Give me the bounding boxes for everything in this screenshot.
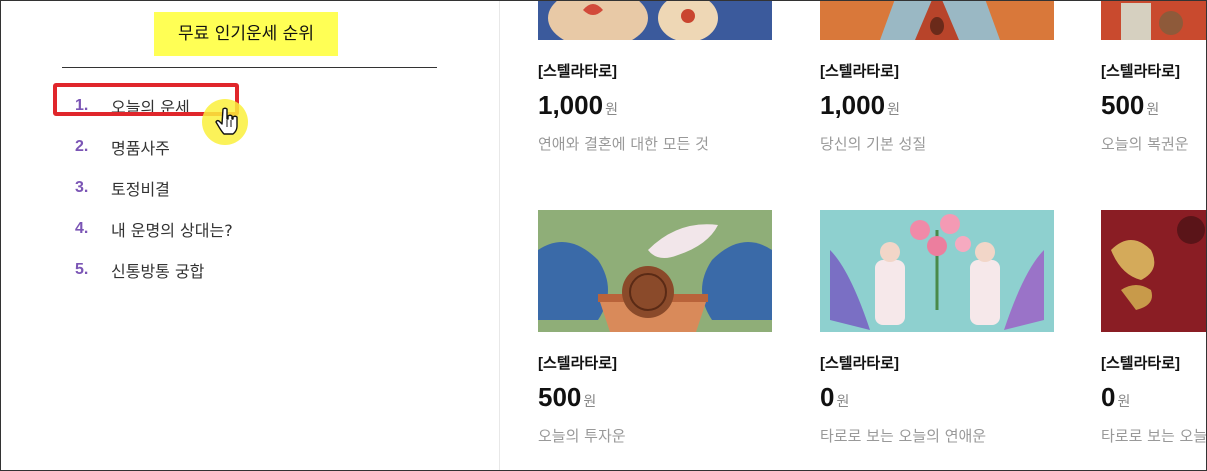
product-price: 500 원 (1101, 90, 1206, 121)
product-description[interactable]: 연애와 결혼에 대한 모든 것 (538, 133, 772, 154)
panel-divider (499, 1, 500, 470)
product-price: 0 원 (1101, 382, 1206, 413)
hand-cursor-icon (215, 107, 238, 135)
product-image[interactable] (538, 210, 772, 332)
product-image[interactable] (820, 1, 1054, 40)
ranking-link[interactable]: 내 운명의 상대는? (111, 217, 233, 241)
product-brand: [스텔라타로] (538, 355, 617, 372)
product-price: 0 원 (820, 382, 1054, 413)
ranking-item-3[interactable]: 3. 토정비결 (75, 167, 233, 208)
price-unit: 원 (836, 394, 850, 410)
product-card[interactable]: [스텔라타로] 500 원 오늘의 복권운 (1101, 1, 1206, 154)
price-unit: 원 (1117, 394, 1131, 410)
product-brand: [스텔라타로] (538, 63, 617, 80)
ranking-number: 5. (75, 260, 89, 278)
ranking-item-5[interactable]: 5. 신통방통 궁합 (75, 249, 233, 290)
product-card[interactable]: [스텔라타로] 1,000 원 당신의 기본 성질 (820, 1, 1054, 154)
product-image[interactable] (538, 1, 772, 40)
tarot-illustration-icon (1101, 210, 1206, 332)
ranking-number: 3. (75, 178, 89, 196)
price-unit: 원 (1146, 102, 1160, 118)
ranking-title: 무료 인기운세 순위 (154, 12, 338, 56)
price-value: 500 (1101, 90, 1145, 120)
product-card[interactable]: [스텔라타로] 1,000 원 연애와 결혼에 대한 모든 것 (538, 1, 772, 154)
product-card[interactable]: [스텔라타로] 0 원 타로로 보는 오늘의 연애운 (820, 210, 1054, 446)
ranking-item-4[interactable]: 4. 내 운명의 상대는? (75, 208, 233, 249)
product-price: 1,000 원 (538, 90, 772, 121)
product-description[interactable]: 타로로 보는 오늘의 연애운 (1101, 425, 1206, 446)
tarot-illustration-icon (820, 210, 1054, 332)
ranking-link[interactable]: 신통방통 궁합 (111, 258, 204, 282)
ranking-number: 4. (75, 219, 89, 237)
price-value: 0 (1101, 382, 1116, 412)
ranking-divider (62, 67, 437, 68)
ranking-link[interactable]: 명품사주 (111, 135, 170, 159)
product-image[interactable] (1101, 210, 1206, 332)
ranking-link[interactable]: 토정비결 (111, 176, 170, 200)
product-description[interactable]: 오늘의 복권운 (1101, 133, 1206, 154)
product-brand: [스텔라타로] (820, 63, 899, 80)
tarot-illustration-icon (538, 1, 772, 40)
price-value: 0 (820, 382, 835, 412)
price-value: 500 (538, 382, 582, 412)
product-description[interactable]: 당신의 기본 성질 (820, 133, 1054, 154)
product-brand: [스텔라타로] (1101, 63, 1180, 80)
product-image[interactable] (1101, 1, 1206, 40)
product-brand: [스텔라타로] (820, 355, 899, 372)
price-value: 1,000 (820, 90, 886, 120)
product-description[interactable]: 오늘의 투자운 (538, 425, 772, 446)
price-unit: 원 (887, 102, 900, 118)
product-brand: [스텔라타로] (1101, 355, 1180, 372)
product-card[interactable]: [스텔라타로] 500 원 오늘의 투자운 (538, 210, 772, 446)
price-unit: 원 (583, 394, 597, 410)
price-unit: 원 (605, 102, 618, 118)
product-price: 500 원 (538, 382, 772, 413)
price-value: 1,000 (538, 90, 604, 120)
tarot-illustration-icon (820, 1, 1054, 40)
product-price: 1,000 원 (820, 90, 1054, 121)
product-image[interactable] (820, 210, 1054, 332)
ranking-number: 2. (75, 137, 89, 155)
product-description[interactable]: 타로로 보는 오늘의 연애운 (820, 425, 1054, 446)
tarot-illustration-icon (538, 210, 772, 332)
product-card[interactable]: [스텔라타로] 0 원 타로로 보는 오늘의 연애운 (1101, 210, 1206, 446)
tarot-illustration-icon (1101, 1, 1206, 40)
page-frame: 무료 인기운세 순위 1. 오늘의 운세 2. 명품사주 3. 토정비결 4. … (0, 0, 1207, 471)
